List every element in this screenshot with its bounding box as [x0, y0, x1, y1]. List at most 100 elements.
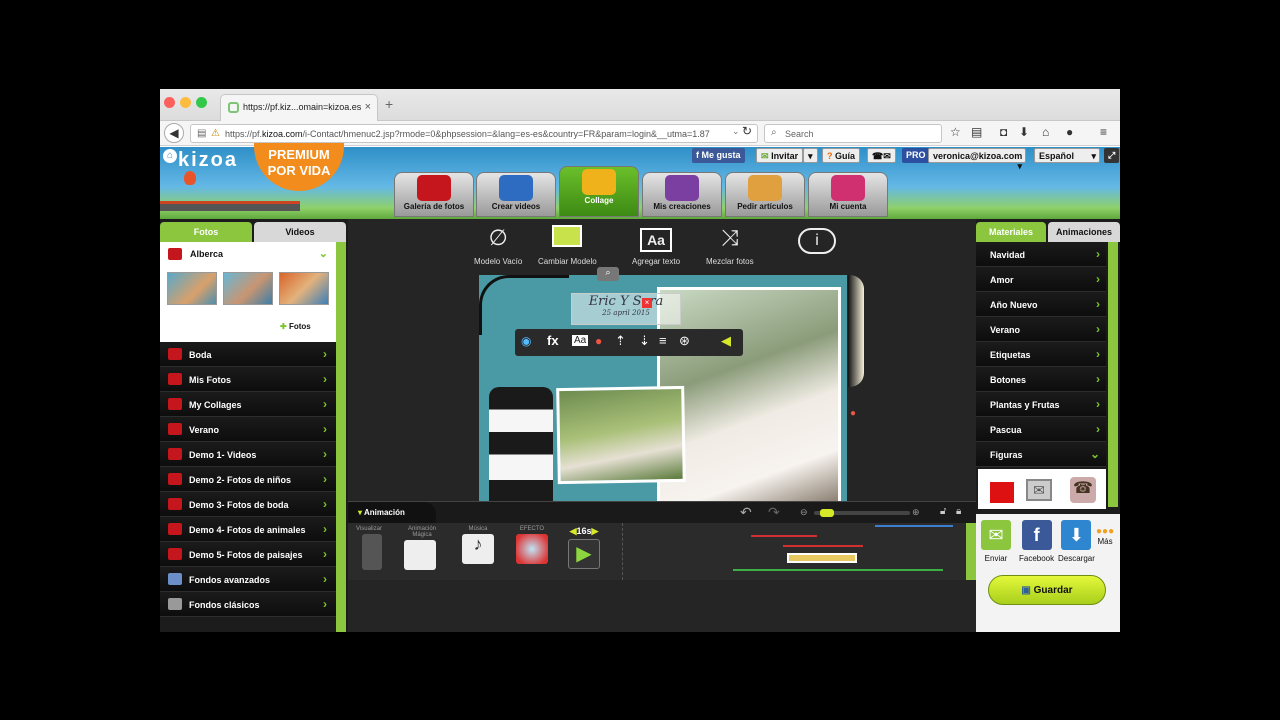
- bring-forward-icon[interactable]: ⇡: [615, 333, 626, 349]
- timeline-clip[interactable]: [787, 553, 857, 563]
- photo-frame-ceremony[interactable]: [556, 385, 686, 485]
- add-photos-link[interactable]: ✚ Fotos: [280, 322, 311, 331]
- right-scrollbar[interactable]: [1108, 242, 1118, 507]
- zoom-in-icon[interactable]: ⊕: [912, 507, 920, 518]
- telephone-shape[interactable]: ☎: [1070, 477, 1096, 503]
- timeline-scrollbar[interactable]: [966, 523, 976, 580]
- back-button[interactable]: ◀: [164, 123, 184, 143]
- tab-photo-gallery[interactable]: Galería de fotos: [394, 172, 474, 217]
- change-model-button[interactable]: Cambiar Modelo: [538, 225, 597, 266]
- color-picker-icon[interactable]: ●: [850, 408, 856, 419]
- category-pascua[interactable]: Pascua ›: [976, 417, 1106, 442]
- category-figuras[interactable]: Figuras ⌄: [976, 442, 1106, 467]
- album-item-mis-fotos[interactable]: Mis Fotos ›: [160, 367, 336, 392]
- tab-photos[interactable]: Fotos: [160, 222, 252, 242]
- download-button[interactable]: ⬇ Descargar: [1058, 520, 1095, 563]
- home-icon[interactable]: ⌂: [163, 149, 177, 163]
- effects-icon[interactable]: fx: [547, 333, 559, 348]
- tab-order-items[interactable]: Pedir artículos: [725, 172, 805, 217]
- user-account-dropdown[interactable]: veronica@kizoa.com ▾: [928, 148, 1026, 171]
- delete-icon[interactable]: ×: [642, 298, 652, 308]
- dropdown-arrow-icon[interactable]: ⌄: [732, 126, 740, 137]
- redo-icon[interactable]: ↷: [768, 504, 780, 521]
- bookmark-star-icon[interactable]: ☆: [950, 125, 961, 139]
- tab-my-creations[interactable]: Mis creaciones: [642, 172, 722, 217]
- photo-thumbnail[interactable]: [223, 272, 273, 305]
- timeline-tracks[interactable]: [622, 523, 964, 580]
- tab-create-videos[interactable]: Crear videos: [476, 172, 556, 217]
- menu-icon[interactable]: ≡: [1100, 125, 1107, 139]
- language-select[interactable]: Español ▾: [1034, 148, 1100, 163]
- contact-button[interactable]: ☎✉: [867, 148, 896, 163]
- effect-control[interactable]: EFECTO: [516, 526, 548, 564]
- zoom-slider-thumb[interactable]: [820, 509, 834, 517]
- empty-model-button[interactable]: ∅ Modelo Vacío: [474, 225, 522, 266]
- more-share-button[interactable]: ●●● Más: [1096, 526, 1114, 546]
- lock-icon[interactable]: 🔒︎: [956, 506, 961, 517]
- next-page-preview[interactable]: [848, 275, 864, 387]
- collapse-toolbar-icon[interactable]: ◀: [721, 333, 731, 349]
- play-button[interactable]: ▶: [568, 539, 600, 569]
- premium-badge[interactable]: PREMIUM POR VIDA: [254, 143, 344, 191]
- search-input[interactable]: ⌕ Search: [764, 124, 942, 143]
- add-text-button[interactable]: Aa Agregar texto: [632, 225, 680, 266]
- invite-dropdown-icon[interactable]: ▾: [803, 148, 818, 163]
- album-item-verano[interactable]: Verano ›: [160, 417, 336, 442]
- animation-toggle[interactable]: ▾ Animación: [348, 502, 436, 524]
- undo-icon[interactable]: ↶: [740, 504, 752, 521]
- photo-thumbnail[interactable]: [167, 272, 217, 305]
- rotate-icon[interactable]: ⊛: [679, 333, 690, 349]
- duration-increase-icon[interactable]: ▶: [592, 526, 599, 536]
- magic-animation-control[interactable]: Animación Mágica: [404, 526, 440, 570]
- album-item-demo-5[interactable]: Demo 5- Fotos de paisajes ›: [160, 542, 336, 567]
- category-etiquetas[interactable]: Etiquetas ›: [976, 342, 1106, 367]
- reload-icon[interactable]: ↻: [742, 124, 752, 138]
- album-item-demo-4[interactable]: Demo 4- Fotos de animales ›: [160, 517, 336, 542]
- text-element[interactable]: Eric Y Sara 25 april 2015 ×: [571, 293, 681, 325]
- invite-button[interactable]: ✉ Invitar: [756, 148, 804, 163]
- close-window-button[interactable]: [164, 97, 175, 108]
- guide-button[interactable]: ? Guía: [822, 148, 861, 163]
- kizoa-logo[interactable]: kizoa: [178, 149, 238, 172]
- zoom-icon[interactable]: ⌕: [597, 267, 619, 281]
- album-item-boda[interactable]: Boda ›: [160, 342, 336, 367]
- tab-videos[interactable]: Videos: [254, 222, 346, 242]
- category-plantas-y-frutas[interactable]: Plantas y Frutas ›: [976, 392, 1106, 417]
- browser-tab[interactable]: https://pf.kiz...omain=kizoa.es ×: [220, 94, 378, 121]
- color-wheel-icon[interactable]: ●: [595, 334, 602, 348]
- facebook-like-button[interactable]: f Me gusta: [692, 148, 745, 163]
- album-item-my-collages[interactable]: My Collages ›: [160, 392, 336, 417]
- maximize-window-button[interactable]: [196, 97, 207, 108]
- info-button[interactable]: i: [798, 225, 836, 257]
- album-item-demo-1[interactable]: Demo 1- Videos ›: [160, 442, 336, 467]
- new-tab-button[interactable]: +: [385, 96, 393, 112]
- reading-list-icon[interactable]: ▤: [971, 125, 982, 139]
- fullscreen-icon[interactable]: ⤢: [1104, 148, 1120, 163]
- preview-control[interactable]: Visualizar: [356, 526, 382, 570]
- facebook-share-button[interactable]: f Facebook: [1019, 520, 1054, 563]
- envelope-shape[interactable]: ✉: [1026, 479, 1052, 501]
- tab-my-account[interactable]: Mi cuenta: [808, 172, 888, 217]
- photo-thumbnail[interactable]: [279, 272, 329, 305]
- tab-materials[interactable]: Materiales: [976, 222, 1046, 242]
- tab-animations[interactable]: Animaciones: [1048, 222, 1120, 242]
- send-backward-icon[interactable]: ⇣: [639, 333, 650, 349]
- category-navidad[interactable]: Navidad ›: [976, 242, 1106, 267]
- color-palette-icon[interactable]: ◉: [521, 334, 531, 348]
- pocket-icon[interactable]: ◘: [1000, 125, 1007, 139]
- category-ano-nuevo[interactable]: Año Nuevo ›: [976, 292, 1106, 317]
- album-item-fondos-avanzados[interactable]: Fondos avanzados ›: [160, 567, 336, 592]
- zoom-out-icon[interactable]: ⊖: [800, 507, 808, 518]
- category-amor[interactable]: Amor ›: [976, 267, 1106, 292]
- url-bar[interactable]: ▤ ⚠ https://pf.kizoa.com/i-Contact/hmenu…: [190, 124, 758, 143]
- red-square-shape[interactable]: [990, 479, 1014, 503]
- send-email-button[interactable]: ✉ Enviar: [981, 520, 1011, 563]
- unlock-icon[interactable]: 🔓︎: [940, 506, 946, 517]
- download-icon[interactable]: ⬇: [1019, 125, 1029, 139]
- duration-control[interactable]: ◀16s▶ ▶: [568, 526, 600, 569]
- tab-collage[interactable]: Collage: [559, 166, 639, 217]
- zoom-slider[interactable]: [814, 509, 910, 517]
- layers-icon[interactable]: ≡: [659, 333, 667, 348]
- album-item-fondos-clasicos[interactable]: Fondos clásicos ›: [160, 592, 336, 617]
- text-style-icon[interactable]: Aa: [572, 335, 589, 346]
